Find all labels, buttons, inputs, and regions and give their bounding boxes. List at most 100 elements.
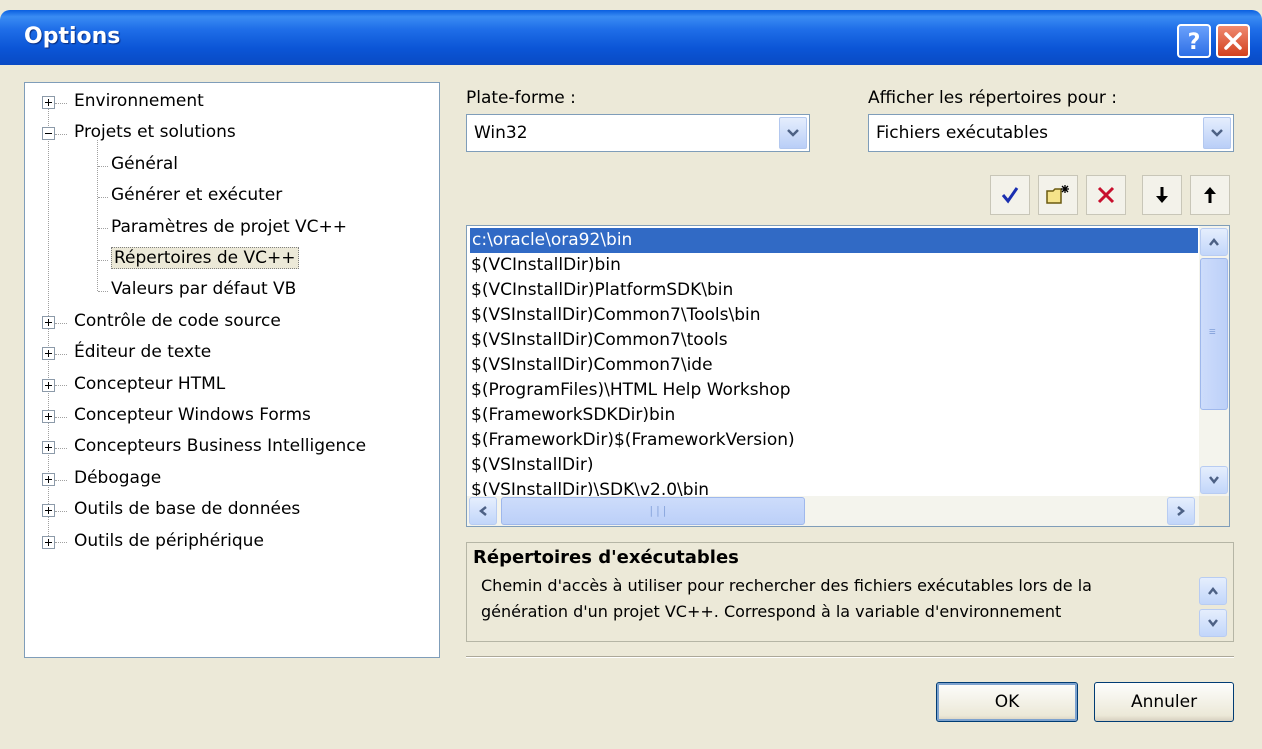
expand-icon[interactable] [42, 472, 55, 486]
description-title: Répertoires d'exécutables [473, 547, 739, 568]
directory-list-item[interactable]: $(VSInstallDir)Common7\Tools\bin [471, 303, 760, 328]
chevron-up-icon [1208, 586, 1218, 595]
chevron-left-icon [478, 506, 487, 516]
tree-item-label: Concepteur Windows Forms [74, 405, 311, 425]
tree-item-label: Générer et exécuter [111, 185, 283, 206]
directory-list-item[interactable]: $(VCInstallDir)PlatformSDK\bin [471, 278, 733, 303]
horizontal-scrollbar[interactable]: ||| [467, 496, 1199, 526]
tree-item[interactable]: Concepteur HTML [74, 370, 225, 398]
scrollbar-corner [1199, 496, 1229, 526]
tree-item[interactable]: Répertoires de VC++ [111, 244, 299, 272]
tree-item[interactable]: Valeurs par défaut VB [111, 275, 296, 303]
tree-item[interactable]: Projets et solutions [74, 118, 236, 146]
description-scroll-down-button[interactable] [1199, 609, 1227, 637]
expand-icon[interactable] [42, 535, 55, 549]
grip-icon: ≡ [1209, 325, 1216, 338]
chevron-up-icon [1209, 237, 1219, 246]
chevron-down-icon [1209, 476, 1219, 485]
title-bar[interactable]: Options ? [0, 10, 1262, 65]
tree-item-label: Débogage [74, 467, 162, 488]
expand-icon[interactable] [42, 96, 55, 109]
help-button[interactable]: ? [1177, 24, 1211, 58]
tree-item[interactable]: Éditeur de texte [74, 338, 211, 366]
tree-item[interactable]: Général [111, 150, 178, 178]
scroll-right-button[interactable] [1167, 497, 1195, 525]
directory-list-item[interactable]: $(VSInstallDir)Common7\tools [471, 328, 728, 353]
check-button[interactable] [990, 175, 1030, 215]
tree-item[interactable]: Générer et exécuter [111, 181, 282, 209]
cancel-button[interactable]: Annuler [1094, 682, 1234, 722]
description-line: génération d'un projet VC++. Correspond … [481, 602, 1062, 621]
description-panel: Répertoires d'exécutables Chemin d'accès… [466, 542, 1234, 642]
delete-icon [1097, 186, 1115, 204]
tree-item-label: Général [111, 153, 178, 174]
tree-item-label: Projets et solutions [74, 122, 236, 143]
scroll-down-button[interactable] [1200, 466, 1228, 494]
tree-item[interactable]: Outils de périphérique [74, 527, 264, 555]
tree-item-label: Outils de périphérique [74, 530, 264, 551]
horizontal-scroll-thumb[interactable]: ||| [501, 497, 805, 525]
tree-item[interactable]: Paramètres de projet VC++ [111, 213, 347, 241]
expand-icon[interactable] [42, 504, 55, 518]
show-dirs-dropdown-arrow[interactable] [1203, 117, 1231, 149]
scroll-up-button[interactable] [1200, 228, 1228, 256]
description-scroll-up-button[interactable] [1199, 577, 1227, 605]
new-folder-icon [1046, 185, 1069, 204]
close-icon [1224, 32, 1242, 50]
platform-label: Plate-forme : [466, 88, 576, 108]
expand-icon[interactable] [42, 378, 55, 392]
directory-list-item[interactable]: $(VCInstallDir)bin [471, 253, 621, 278]
directory-list-item[interactable]: $(ProgramFiles)\HTML Help Workshop [471, 378, 791, 403]
expand-icon[interactable] [42, 315, 55, 329]
scroll-left-button[interactable] [469, 497, 497, 525]
directory-list-item[interactable]: $(FrameworkDir)$(FrameworkVersion) [471, 428, 795, 453]
directory-list[interactable]: c:\oracle\ora92\bin $(VCInstallDir)bin $(V… [466, 225, 1230, 527]
tree-item[interactable]: Environnement [74, 87, 204, 115]
platform-dropdown-arrow[interactable] [779, 117, 807, 149]
svg-text:?: ? [1188, 30, 1201, 53]
tree-item-label: Contrôle de code source [74, 310, 281, 331]
chevron-down-icon [1211, 129, 1223, 137]
collapse-icon[interactable] [42, 127, 55, 141]
vertical-scrollbar[interactable]: ≡ [1199, 226, 1229, 496]
chevron-down-icon [1208, 619, 1218, 628]
arrow-down-icon [1156, 187, 1168, 203]
directory-list-item[interactable]: c:\oracle\ora92\bin [470, 228, 1198, 253]
close-button[interactable] [1216, 24, 1250, 58]
options-dialog: Options ? Environnement Projets et soluti… [0, 0, 1262, 749]
show-dirs-value: Fichiers exécutables [876, 123, 1049, 143]
expand-icon[interactable] [42, 441, 55, 455]
checkmark-icon [1001, 187, 1019, 204]
help-icon: ? [1188, 30, 1201, 53]
move-down-button[interactable] [1142, 175, 1182, 215]
ok-button[interactable]: OK [936, 682, 1078, 722]
show-dirs-label: Afficher les répertoires pour : [868, 88, 1118, 108]
directory-list-item[interactable]: $(VSInstallDir)Common7\ide [471, 353, 713, 378]
expand-icon[interactable] [42, 347, 55, 361]
delete-button[interactable] [1086, 175, 1126, 215]
tree-item-label: Concepteur HTML [74, 373, 226, 394]
tree-item[interactable]: Concepteur Windows Forms [74, 401, 311, 429]
new-folder-button[interactable] [1038, 175, 1078, 215]
description-scrollbar[interactable] [1199, 577, 1227, 637]
separator [466, 656, 1234, 658]
tree-item[interactable]: Débogage [74, 464, 161, 492]
vertical-scroll-thumb[interactable]: ≡ [1200, 258, 1228, 410]
show-dirs-select[interactable]: Fichiers exécutables [868, 114, 1234, 152]
chevron-down-icon [787, 129, 799, 137]
tree-item[interactable]: Outils de base de données [74, 495, 300, 523]
tree-item[interactable]: Contrôle de code source [74, 307, 281, 335]
platform-select[interactable]: Win32 [466, 114, 810, 152]
window-title: Options [24, 24, 121, 49]
directory-list-item[interactable]: $(FrameworkSDKDir)bin [471, 403, 675, 428]
tree-item-label: Valeurs par défaut VB [111, 279, 297, 300]
tree-item[interactable]: Concepteurs Business Intelligence [74, 432, 366, 460]
move-up-button[interactable] [1190, 175, 1230, 215]
directory-list-item[interactable]: $(VSInstallDir) [471, 453, 593, 478]
options-tree[interactable]: Environnement Projets et solutions Général… [24, 82, 440, 658]
directory-toolbar [990, 175, 1230, 215]
tree-item-label: Outils de base de données [74, 499, 301, 520]
expand-icon[interactable] [42, 410, 55, 423]
arrow-up-icon [1204, 187, 1216, 203]
platform-value: Win32 [474, 123, 528, 143]
